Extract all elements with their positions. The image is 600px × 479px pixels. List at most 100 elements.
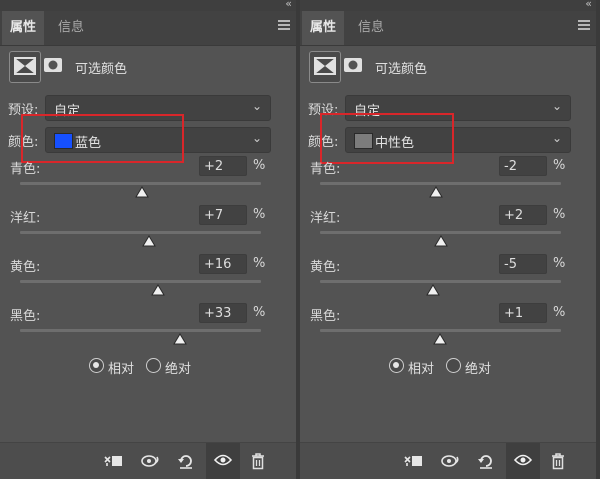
slider-track[interactable]: [320, 182, 561, 185]
adjustment-icon: [314, 57, 336, 75]
slider-thumb[interactable]: [433, 333, 447, 345]
clip-icon: [404, 456, 422, 466]
panel-menu-icon[interactable]: [578, 20, 590, 32]
panel-menu-icon[interactable]: [278, 20, 290, 32]
reset-icon: [178, 455, 192, 469]
slider-value-input[interactable]: +2: [499, 205, 547, 225]
view-previous-button[interactable]: [437, 449, 461, 473]
percent-unit: %: [553, 207, 566, 222]
trash-icon: [252, 453, 264, 470]
radio-relative[interactable]: [89, 358, 104, 373]
slider-track[interactable]: [320, 231, 561, 234]
slider-label: 青色:: [10, 162, 41, 177]
slider-value-input[interactable]: -2: [499, 156, 547, 176]
panel-collapse-strip[interactable]: «: [300, 0, 596, 11]
tab-properties[interactable]: 属性: [302, 11, 345, 45]
slider-black: 黑色: +33 %: [0, 303, 296, 351]
delete-button[interactable]: [246, 449, 270, 473]
method-radio-group: 相对 绝对: [0, 358, 296, 378]
slider-value-input[interactable]: +1: [499, 303, 547, 323]
slider-yellow: 黄色: +16 %: [0, 254, 296, 302]
percent-unit: %: [253, 207, 266, 222]
adjustment-layer-button[interactable]: [309, 51, 341, 83]
slider-track[interactable]: [20, 280, 261, 283]
adjustment-title: 可选颜色: [75, 62, 128, 77]
slider-cyan: 青色: -2 %: [300, 156, 596, 204]
eye-refresh-icon: [441, 455, 459, 467]
percent-unit: %: [553, 305, 566, 320]
adjustment-header: 可选颜色: [300, 51, 596, 83]
slider-magenta: 洋红: +7 %: [0, 205, 296, 253]
slider-track[interactable]: [20, 231, 261, 234]
adjustment-icon: [14, 57, 36, 75]
properties-panel-right: « 属性 信息 可选颜色 预设: 自定 ⌄ 颜色: 中性色 ⌄ 青色: -2 %…: [300, 0, 596, 479]
slider-label: 青色:: [310, 162, 341, 177]
reset-button[interactable]: [473, 449, 497, 473]
panel-footer: [300, 442, 596, 479]
chevron-down-icon: ⌄: [551, 99, 562, 113]
radio-relative-label[interactable]: 相对: [108, 358, 134, 377]
reset-button[interactable]: [173, 449, 197, 473]
slider-value-input[interactable]: +2: [199, 156, 247, 176]
slider-value-input[interactable]: +33: [199, 303, 247, 323]
chevron-down-icon: ⌄: [251, 131, 262, 145]
visibility-toggle-button[interactable]: [206, 443, 240, 479]
radio-absolute-label[interactable]: 绝对: [165, 358, 191, 377]
radio-absolute[interactable]: [446, 358, 461, 373]
slider-track[interactable]: [320, 280, 561, 283]
slider-value-input[interactable]: +16: [199, 254, 247, 274]
method-radio-group: 相对 绝对: [300, 358, 596, 378]
collapse-icon[interactable]: «: [285, 0, 292, 10]
slider-value-input[interactable]: -5: [499, 254, 547, 274]
clip-to-layer-button[interactable]: [400, 449, 424, 473]
radio-absolute-label[interactable]: 绝对: [465, 358, 491, 377]
slider-track[interactable]: [20, 329, 261, 332]
slider-yellow: 黄色: -5 %: [300, 254, 596, 302]
adjustment-layer-button[interactable]: [9, 51, 41, 83]
panel-collapse-strip[interactable]: «: [0, 0, 296, 11]
percent-unit: %: [553, 256, 566, 271]
visibility-toggle-button[interactable]: [506, 443, 540, 479]
slider-thumb[interactable]: [426, 284, 440, 296]
slider-thumb[interactable]: [434, 235, 448, 247]
tab-info[interactable]: 信息: [350, 11, 392, 45]
eye-icon: [214, 454, 232, 466]
adjustment-header: 可选颜色: [0, 51, 296, 83]
slider-label: 黄色:: [310, 260, 341, 275]
panel-tabbar: 属性 信息: [0, 11, 296, 46]
slider-thumb[interactable]: [429, 186, 443, 198]
clip-to-layer-button[interactable]: [100, 449, 124, 473]
radio-relative[interactable]: [389, 358, 404, 373]
percent-unit: %: [253, 305, 266, 320]
properties-panel-left: « 属性 信息 可选颜色 预设: 自定 ⌄ 颜色: 蓝色 ⌄ 青色: +2 % …: [0, 0, 296, 479]
percent-unit: %: [253, 158, 266, 173]
slider-cyan: 青色: +2 %: [0, 156, 296, 204]
slider-black: 黑色: +1 %: [300, 303, 596, 351]
eye-refresh-icon: [141, 455, 159, 467]
slider-label: 黄色:: [10, 260, 41, 275]
slider-label: 黑色:: [310, 309, 341, 324]
tab-info[interactable]: 信息: [50, 11, 92, 45]
slider-thumb[interactable]: [142, 235, 156, 247]
slider-track[interactable]: [20, 182, 261, 185]
slider-value-input[interactable]: +7: [199, 205, 247, 225]
radio-relative-label[interactable]: 相对: [408, 358, 434, 377]
slider-label: 洋红:: [310, 211, 341, 226]
eye-icon: [514, 454, 532, 466]
view-previous-button[interactable]: [137, 449, 161, 473]
radio-absolute[interactable]: [146, 358, 161, 373]
slider-thumb[interactable]: [173, 333, 187, 345]
panel-tabbar: 属性 信息: [300, 11, 596, 46]
collapse-icon[interactable]: «: [585, 0, 592, 10]
chevron-down-icon: ⌄: [251, 99, 262, 113]
slider-track[interactable]: [320, 329, 561, 332]
slider-thumb[interactable]: [151, 284, 165, 296]
slider-thumb[interactable]: [135, 186, 149, 198]
percent-unit: %: [553, 158, 566, 173]
percent-unit: %: [253, 256, 266, 271]
layer-mask-icon[interactable]: [343, 57, 363, 73]
tab-properties[interactable]: 属性: [2, 11, 45, 45]
delete-button[interactable]: [546, 449, 570, 473]
layer-mask-icon[interactable]: [43, 57, 63, 73]
trash-icon: [552, 453, 564, 470]
